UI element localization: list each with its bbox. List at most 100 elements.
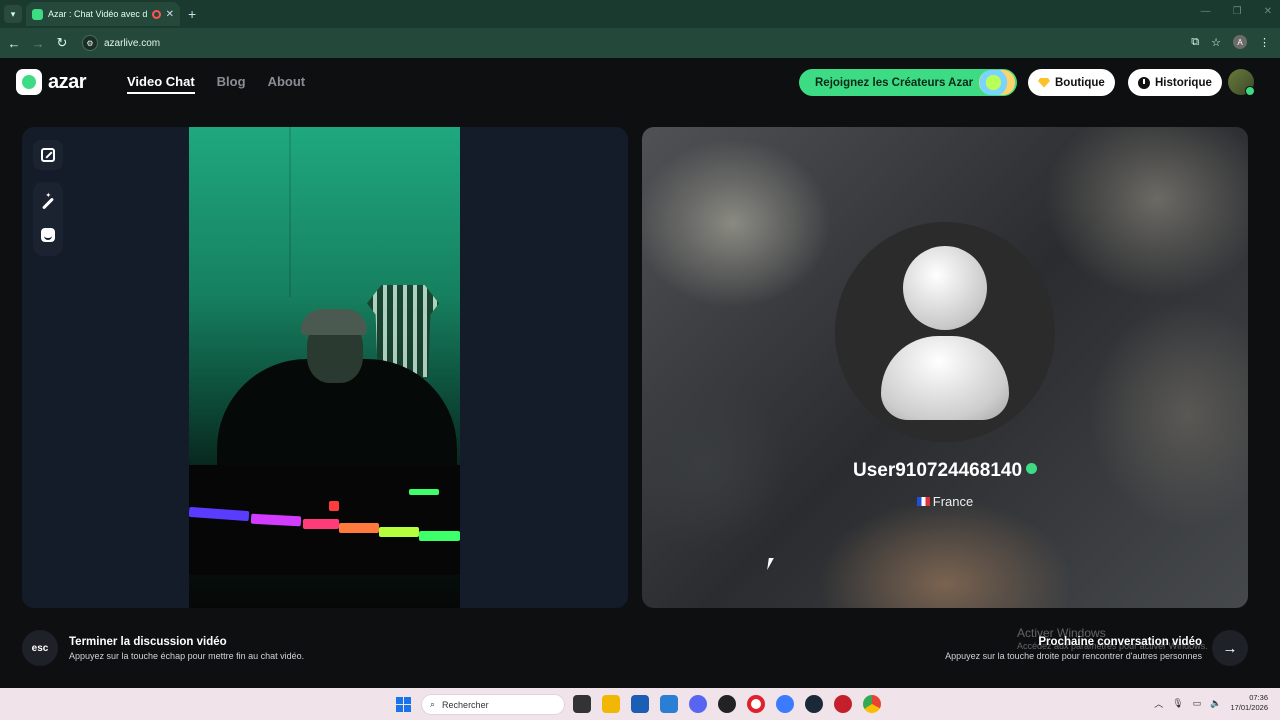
keyboard-led	[409, 489, 439, 495]
esc-key-button[interactable]: esc	[22, 630, 58, 666]
taskbar-clock[interactable]: 07:36 17/01/2026	[1230, 693, 1268, 713]
face-sticker-icon	[41, 228, 55, 242]
keyboard-led	[329, 501, 339, 511]
person-cap	[301, 309, 367, 335]
taskbar-search[interactable]: ⌕ Rechercher	[421, 694, 565, 715]
browser-tab[interactable]: Azar : Chat Vidéo avec de n ✕	[26, 2, 180, 26]
next-chat-subtitle: Appuyez sur la touche droite pour rencon…	[945, 650, 1202, 661]
end-chat-text: Terminer la discussion vidéo Appuyez sur…	[69, 636, 304, 661]
install-app-icon[interactable]: ⧉	[1191, 36, 1199, 49]
windows-taskbar: ⌕ Rechercher ︿ 🎙 ▭ 🔈 07:36 17/01/2026	[0, 688, 1280, 720]
new-tab-icon[interactable]: +	[188, 6, 196, 22]
windows-start-icon[interactable]	[396, 697, 411, 712]
tab-title: Azar : Chat Vidéo avec de n	[48, 9, 147, 19]
effects-toolbar	[33, 182, 63, 256]
obs-icon[interactable]	[718, 695, 736, 713]
face-filter-button[interactable]	[33, 220, 63, 250]
end-chat-title: Terminer la discussion vidéo	[69, 635, 227, 648]
next-chat-button[interactable]: →	[1212, 630, 1248, 666]
taskbar-search-placeholder: Rechercher	[442, 699, 489, 710]
close-tab-icon[interactable]: ✕	[166, 9, 174, 20]
history-button[interactable]: Historique	[1128, 69, 1222, 96]
outlook-icon[interactable]	[660, 695, 678, 713]
minimize-icon[interactable]: —	[1201, 6, 1211, 17]
verified-badge-icon	[1026, 463, 1038, 474]
keyboard-led	[250, 513, 302, 527]
microphone-icon[interactable]: 🎙	[1172, 698, 1183, 709]
store-icon[interactable]	[631, 695, 649, 713]
profile-avatar[interactable]: A	[1233, 35, 1247, 49]
next-chat-text: Prochaine conversation vidéo Appuyez sur…	[945, 636, 1202, 661]
clock-time: 07:36	[1249, 693, 1268, 702]
window-controls: — ❐ ✕	[1201, 6, 1272, 17]
keyboard-led	[379, 527, 419, 537]
keyboard-led	[303, 519, 339, 529]
file-explorer-icon[interactable]	[602, 695, 620, 713]
next-chat-title: Prochaine conversation vidéo	[1038, 635, 1202, 648]
steam-icon[interactable]	[805, 695, 823, 713]
recording-indicator-icon	[151, 9, 161, 19]
join-creators-label: Rejoignez les Créateurs Azar	[815, 76, 974, 89]
network-icon[interactable]: ▭	[1193, 698, 1202, 709]
user-avatar[interactable]	[1228, 69, 1255, 96]
shrink-icon	[41, 148, 55, 162]
tray-chevron-icon[interactable]: ︿	[1154, 697, 1163, 710]
magic-wand-icon	[41, 196, 55, 210]
wall-corner	[289, 127, 291, 297]
taskbar-apps	[573, 695, 881, 713]
default-user-head-icon	[903, 246, 987, 330]
azar-logo[interactable]: azar	[16, 69, 87, 95]
url-text: azarlive.com	[104, 37, 161, 49]
diamond-icon	[1038, 77, 1050, 88]
app-icon[interactable]	[776, 695, 794, 713]
keyboard-led	[189, 506, 250, 522]
nav-about[interactable]: About	[268, 74, 306, 94]
effects-button[interactable]	[33, 188, 63, 218]
clock-icon	[1138, 76, 1150, 89]
browser-menu-icon[interactable]: ⋮	[1259, 36, 1270, 49]
rgb-keyboard	[189, 465, 460, 575]
self-video-panel	[22, 127, 628, 608]
maximize-icon[interactable]: ❐	[1233, 6, 1242, 17]
partner-name-row: User910724468140	[642, 460, 1248, 482]
france-flag-icon	[916, 497, 930, 506]
partner-country-row: France	[642, 494, 1248, 509]
reload-icon[interactable]: ↻	[50, 35, 74, 51]
site-info-icon[interactable]: ⚙	[82, 35, 98, 51]
bookmark-star-icon[interactable]: ☆	[1211, 36, 1221, 49]
next-chat-hint: Prochaine conversation vidéo Appuyez sur…	[934, 630, 1248, 666]
tab-list-chevron-icon[interactable]: ▾	[4, 5, 22, 23]
chrome-icon[interactable]	[863, 695, 881, 713]
self-camera-feed	[189, 127, 460, 608]
close-window-icon[interactable]: ✕	[1264, 6, 1272, 17]
nav-blog[interactable]: Blog	[217, 74, 246, 94]
shop-label: Boutique	[1055, 76, 1105, 89]
site-header: azar Video Chat Blog About Rejoignez les…	[0, 58, 1280, 108]
video-tools	[33, 140, 63, 256]
opera-icon[interactable]	[747, 695, 765, 713]
arrow-right-icon: →	[1222, 639, 1238, 657]
partner-avatar	[835, 222, 1055, 442]
volume-icon[interactable]: 🔈	[1210, 698, 1221, 709]
media-app-icon[interactable]	[834, 695, 852, 713]
address-field[interactable]: ⚙ azarlive.com	[82, 32, 1172, 54]
discord-icon[interactable]	[689, 695, 707, 713]
end-chat-hint: esc Terminer la discussion vidéo Appuyez…	[22, 630, 304, 666]
clock-date: 17/01/2026	[1230, 703, 1268, 713]
browser-toolbar: ← → ↻ ⚙ azarlive.com ⧉ ☆ A ⋮	[0, 28, 1280, 58]
default-user-body-icon	[881, 336, 1009, 420]
shop-button[interactable]: Boutique	[1028, 69, 1115, 96]
forward-icon[interactable]: →	[26, 36, 50, 51]
azar-logo-icon	[16, 69, 42, 95]
join-creators-button[interactable]: Rejoignez les Créateurs Azar	[799, 69, 1017, 96]
task-view-icon[interactable]	[573, 695, 591, 713]
back-icon[interactable]: ←	[2, 36, 26, 51]
partner-username: User910724468140	[852, 460, 1023, 481]
minimize-video-button[interactable]	[33, 140, 63, 170]
history-label: Historique	[1155, 76, 1212, 89]
azar-favicon-icon	[32, 8, 43, 20]
browser-tab-bar: ▾ Azar : Chat Vidéo avec de n ✕ + — ❐ ✕	[0, 0, 1280, 28]
nav-video-chat[interactable]: Video Chat	[127, 74, 195, 94]
system-tray: ︿ 🎙 ▭ 🔈 07:36 17/01/2026	[1154, 693, 1268, 713]
end-chat-subtitle: Appuyez sur la touche échap pour mettre …	[69, 650, 305, 661]
